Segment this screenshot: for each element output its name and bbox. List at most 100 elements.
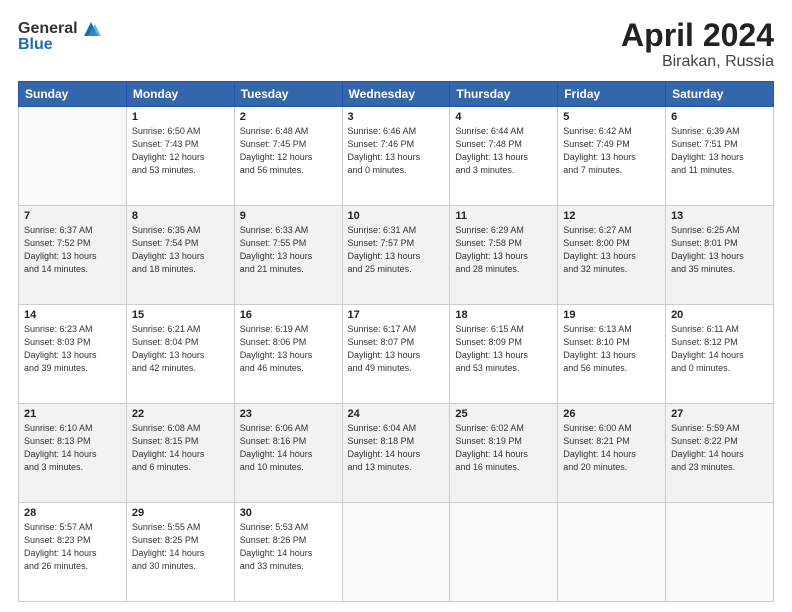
day-info: Sunrise: 5:55 AM Sunset: 8:25 PM Dayligh… [132,521,229,573]
calendar-week-2: 14Sunrise: 6:23 AM Sunset: 8:03 PM Dayli… [19,305,774,404]
table-row: 18 Sunrise: 6:15 AM Sunset: 8:09 PM Dayli… [450,305,558,404]
logo: General Blue [18,18,102,54]
day-info: Sunrise: 6:17 AM Sunset: 8:07 PM Dayligh… [348,323,445,375]
day-info: Sunrise: 6:02 AM Sunset: 8:19 PM Dayligh… [455,422,552,474]
day-number: 14 [24,309,121,321]
logo-blue: Blue [18,36,53,54]
header-saturday: Saturday [666,82,774,107]
day-number: 20 [671,309,768,321]
day-info: Sunrise: 6:29 AM Sunset: 7:58 PM Dayligh… [455,224,552,276]
day-info: Sunrise: 6:39 AM Sunset: 7:51 PM Dayligh… [671,125,768,177]
day-info: Sunrise: 6:50 AM Sunset: 7:43 PM Dayligh… [132,125,229,177]
header: General Blue April 2024 Birakan, Russia [18,18,774,71]
title-area: April 2024 Birakan, Russia [621,18,774,71]
table-row: 22 Sunrise: 6:08 AM Sunset: 8:15 PM Dayli… [126,404,234,503]
table-row [450,503,558,602]
day-number: 13 [671,210,768,222]
table-row: 19 Sunrise: 6:13 AM Sunset: 8:10 PM Dayli… [558,305,666,404]
day-info: Sunrise: 6:31 AM Sunset: 7:57 PM Dayligh… [348,224,445,276]
header-monday: Monday [126,82,234,107]
table-row: 10 Sunrise: 6:31 AM Sunset: 7:57 PM Dayli… [342,206,450,305]
header-tuesday: Tuesday [234,82,342,107]
day-info: Sunrise: 6:27 AM Sunset: 8:00 PM Dayligh… [563,224,660,276]
table-row: 21 Sunrise: 6:10 AM Sunset: 8:13 PM Dayli… [19,404,127,503]
day-number: 22 [132,408,229,420]
day-info: Sunrise: 6:42 AM Sunset: 7:49 PM Dayligh… [563,125,660,177]
table-row: 16 Sunrise: 6:19 AM Sunset: 8:06 PM Dayli… [234,305,342,404]
day-number: 27 [671,408,768,420]
table-row: 1 Sunrise: 6:50 AM Sunset: 7:43 PM Daylig… [126,107,234,206]
table-row: 8 Sunrise: 6:35 AM Sunset: 7:54 PM Daylig… [126,206,234,305]
day-number: 16 [240,309,337,321]
table-row: 2 Sunrise: 6:48 AM Sunset: 7:45 PM Daylig… [234,107,342,206]
table-row: 3Sunrise: 6:46 AM Sunset: 7:46 PM Daylig… [342,107,450,206]
header-thursday: Thursday [450,82,558,107]
day-number: 12 [563,210,660,222]
calendar-week-4: 28Sunrise: 5:57 AM Sunset: 8:23 PM Dayli… [19,503,774,602]
day-number: 19 [563,309,660,321]
table-row: 13 Sunrise: 6:25 AM Sunset: 8:01 PM Dayli… [666,206,774,305]
table-row: 26Sunrise: 6:00 AM Sunset: 8:21 PM Dayli… [558,404,666,503]
table-row [666,503,774,602]
day-number: 10 [348,210,445,222]
day-info: Sunrise: 6:15 AM Sunset: 8:09 PM Dayligh… [455,323,552,375]
day-number: 6 [671,111,768,123]
table-row: 29 Sunrise: 5:55 AM Sunset: 8:25 PM Dayli… [126,503,234,602]
table-row: 23 Sunrise: 6:06 AM Sunset: 8:16 PM Dayli… [234,404,342,503]
day-info: Sunrise: 6:06 AM Sunset: 8:16 PM Dayligh… [240,422,337,474]
day-info: Sunrise: 5:57 AM Sunset: 8:23 PM Dayligh… [24,521,121,573]
day-number: 11 [455,210,552,222]
day-number: 2 [240,111,337,123]
day-info: Sunrise: 5:59 AM Sunset: 8:22 PM Dayligh… [671,422,768,474]
calendar-table: Sunday Monday Tuesday Wednesday Thursday… [18,81,774,602]
day-number: 8 [132,210,229,222]
table-row: 11 Sunrise: 6:29 AM Sunset: 7:58 PM Dayli… [450,206,558,305]
calendar-week-0: 1 Sunrise: 6:50 AM Sunset: 7:43 PM Daylig… [19,107,774,206]
day-number: 4 [455,111,552,123]
table-row: 25Sunrise: 6:02 AM Sunset: 8:19 PM Dayli… [450,404,558,503]
day-info: Sunrise: 6:19 AM Sunset: 8:06 PM Dayligh… [240,323,337,375]
day-info: Sunrise: 6:10 AM Sunset: 8:13 PM Dayligh… [24,422,121,474]
day-number: 30 [240,507,337,519]
day-number: 5 [563,111,660,123]
day-info: Sunrise: 6:46 AM Sunset: 7:46 PM Dayligh… [348,125,445,177]
day-number: 29 [132,507,229,519]
day-info: Sunrise: 6:37 AM Sunset: 7:52 PM Dayligh… [24,224,121,276]
day-number: 9 [240,210,337,222]
day-info: Sunrise: 5:53 AM Sunset: 8:26 PM Dayligh… [240,521,337,573]
day-info: Sunrise: 6:44 AM Sunset: 7:48 PM Dayligh… [455,125,552,177]
table-row: 15Sunrise: 6:21 AM Sunset: 8:04 PM Dayli… [126,305,234,404]
day-number: 26 [563,408,660,420]
table-row: 20 Sunrise: 6:11 AM Sunset: 8:12 PM Dayli… [666,305,774,404]
table-row: 30 Sunrise: 5:53 AM Sunset: 8:26 PM Dayli… [234,503,342,602]
weekday-header-row: Sunday Monday Tuesday Wednesday Thursday… [19,82,774,107]
day-info: Sunrise: 6:04 AM Sunset: 8:18 PM Dayligh… [348,422,445,474]
day-number: 18 [455,309,552,321]
day-info: Sunrise: 6:33 AM Sunset: 7:55 PM Dayligh… [240,224,337,276]
table-row: 14Sunrise: 6:23 AM Sunset: 8:03 PM Dayli… [19,305,127,404]
table-row: 7Sunrise: 6:37 AM Sunset: 7:52 PM Daylig… [19,206,127,305]
table-row: 27 Sunrise: 5:59 AM Sunset: 8:22 PM Dayli… [666,404,774,503]
table-row: 5 Sunrise: 6:42 AM Sunset: 7:49 PM Daylig… [558,107,666,206]
day-info: Sunrise: 6:08 AM Sunset: 8:15 PM Dayligh… [132,422,229,474]
month-title: April 2024 [621,18,774,53]
table-row: 6 Sunrise: 6:39 AM Sunset: 7:51 PM Daylig… [666,107,774,206]
day-number: 23 [240,408,337,420]
day-number: 1 [132,111,229,123]
day-number: 21 [24,408,121,420]
day-info: Sunrise: 6:48 AM Sunset: 7:45 PM Dayligh… [240,125,337,177]
table-row [342,503,450,602]
calendar-week-1: 7Sunrise: 6:37 AM Sunset: 7:52 PM Daylig… [19,206,774,305]
header-wednesday: Wednesday [342,82,450,107]
header-sunday: Sunday [19,82,127,107]
day-number: 15 [132,309,229,321]
day-info: Sunrise: 6:13 AM Sunset: 8:10 PM Dayligh… [563,323,660,375]
page: General Blue April 2024 Birakan, Russia … [0,0,792,612]
day-info: Sunrise: 6:25 AM Sunset: 8:01 PM Dayligh… [671,224,768,276]
table-row [19,107,127,206]
day-info: Sunrise: 6:11 AM Sunset: 8:12 PM Dayligh… [671,323,768,375]
day-number: 17 [348,309,445,321]
table-row: 28Sunrise: 5:57 AM Sunset: 8:23 PM Dayli… [19,503,127,602]
table-row: 24Sunrise: 6:04 AM Sunset: 8:18 PM Dayli… [342,404,450,503]
day-info: Sunrise: 6:35 AM Sunset: 7:54 PM Dayligh… [132,224,229,276]
